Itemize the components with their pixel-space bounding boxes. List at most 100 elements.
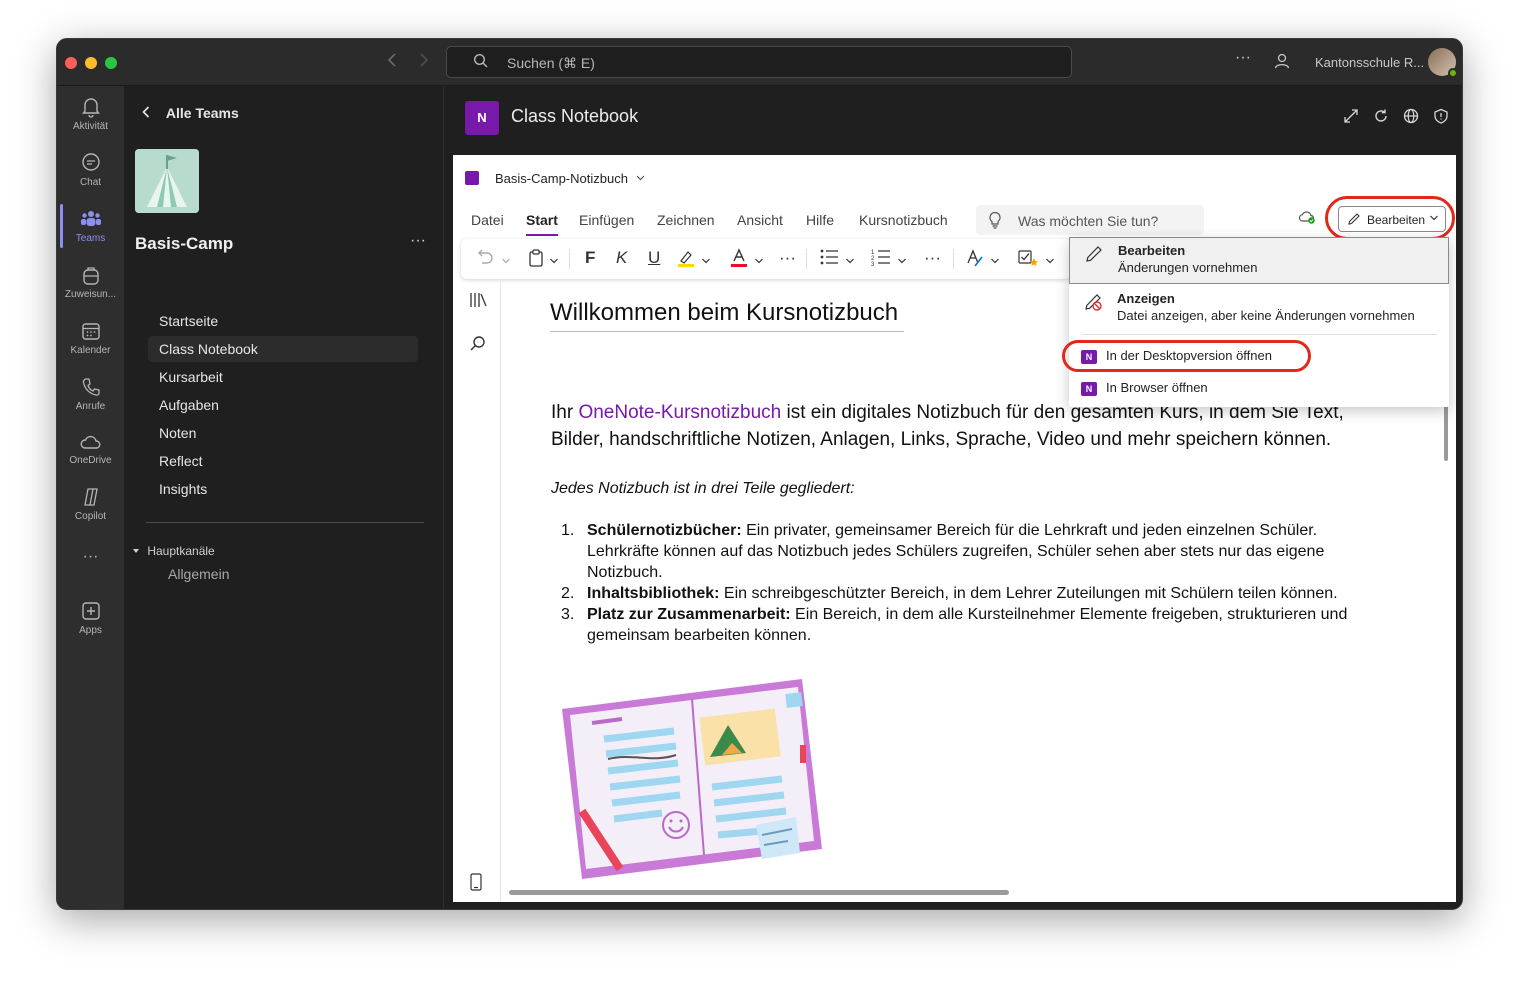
no-edit-pencil-icon: [1083, 292, 1103, 315]
people-icon[interactable]: [1273, 52, 1291, 73]
list-item: 1. Schülernotizbücher: Ein privater, gem…: [561, 520, 1361, 583]
underline-button[interactable]: U: [648, 248, 660, 268]
back-to-teams-button[interactable]: Alle Teams: [142, 105, 239, 121]
ribbon-toolbar: F K U ··· 1 2 3 ···: [461, 239, 1071, 279]
app-rail: Aktivität Chat Teams Zuweisun... Kalende…: [57, 86, 124, 909]
tab-zeichnen[interactable]: Zeichnen: [657, 212, 715, 228]
notebook-nav-column: [453, 279, 501, 902]
more-formatting-button[interactable]: ···: [779, 248, 796, 268]
notebook-illustration: [562, 679, 842, 884]
numbering-dropdown-chevron-icon[interactable]: [897, 251, 907, 271]
channel-aufgaben[interactable]: Aufgaben: [148, 392, 418, 418]
styles-dropdown-chevron-icon[interactable]: [990, 251, 1000, 271]
numbered-list-icon[interactable]: 123: [871, 248, 891, 271]
bold-button[interactable]: F: [585, 248, 595, 268]
rail-more-button[interactable]: ···: [57, 548, 124, 566]
search-input[interactable]: Suchen (⌘ E): [446, 46, 1072, 78]
maximize-window-button[interactable]: [105, 57, 117, 69]
vertical-scrollbar[interactable]: [1444, 405, 1448, 461]
tags-dropdown-chevron-icon[interactable]: [1045, 251, 1055, 271]
tab-einfuegen[interactable]: Einfügen: [579, 212, 634, 228]
org-name[interactable]: Kantonsschule R...: [1315, 55, 1424, 70]
list-term: Schülernotizbücher:: [587, 522, 742, 539]
channel-allgemein[interactable]: Allgemein: [168, 566, 229, 582]
section-main-channels[interactable]: Hauptkanäle: [132, 544, 215, 558]
forward-arrow-icon[interactable]: [419, 52, 429, 73]
phone-icon: [82, 378, 100, 396]
rail-item-apps[interactable]: Apps: [57, 600, 124, 636]
team-name: Basis-Camp: [135, 234, 234, 253]
notebooks-library-icon[interactable]: [469, 291, 487, 314]
rail-label: Apps: [79, 625, 102, 636]
menu-item-view[interactable]: Anzeigen Datei anzeigen, aber keine Ände…: [1069, 286, 1449, 334]
italic-button[interactable]: K: [616, 248, 627, 268]
svg-text:3: 3: [871, 262, 875, 266]
channel-startseite[interactable]: Startseite: [148, 308, 418, 334]
back-arrow-icon[interactable]: [387, 52, 397, 73]
highlighter-icon[interactable]: [676, 248, 696, 273]
horizontal-scrollbar[interactable]: [509, 890, 1009, 895]
back-label: Alle Teams: [165, 105, 239, 121]
search-icon: [473, 53, 489, 72]
clipboard-icon[interactable]: [527, 248, 545, 273]
rail-item-activity[interactable]: Aktivität: [57, 96, 124, 132]
tab-ansicht[interactable]: Ansicht: [737, 212, 783, 228]
cloud-icon: [80, 435, 100, 449]
rail-item-teams[interactable]: Teams: [57, 208, 124, 244]
rail-item-calendar[interactable]: Kalender: [57, 320, 124, 356]
pencil-icon: [1084, 244, 1104, 267]
rail-item-assignments[interactable]: Zuweisun...: [57, 264, 124, 300]
font-color-icon[interactable]: [729, 248, 749, 273]
channel-insights[interactable]: Insights: [148, 476, 418, 502]
sync-status-icon[interactable]: [1298, 210, 1316, 229]
rail-label: OneDrive: [69, 455, 112, 466]
app-title: Class Notebook: [511, 106, 639, 126]
styles-icon[interactable]: [965, 248, 985, 273]
channel-class-notebook[interactable]: Class Notebook: [148, 336, 418, 362]
tab-start[interactable]: Start: [526, 212, 558, 236]
tab-kursnotizbuch[interactable]: Kursnotizbuch: [859, 212, 948, 228]
rail-item-onedrive[interactable]: OneDrive: [57, 432, 124, 466]
notebook-name: Basis-Camp-Notizbuch: [495, 171, 628, 186]
bullet-list-icon[interactable]: [819, 248, 839, 271]
device-view-icon[interactable]: [469, 873, 483, 896]
undo-icon[interactable]: [475, 248, 495, 271]
search-icon[interactable]: [469, 335, 487, 358]
structure-subheading: Jedes Notizbuch ist in drei Teile geglie…: [551, 480, 855, 497]
more-paragraph-button[interactable]: ···: [924, 248, 941, 268]
tab-hilfe[interactable]: Hilfe: [806, 212, 834, 228]
font-color-dropdown-chevron-icon[interactable]: [754, 251, 764, 271]
close-window-button[interactable]: [65, 57, 77, 69]
undo-dropdown-chevron-icon[interactable]: [501, 251, 511, 271]
tab-datei[interactable]: Datei: [471, 212, 504, 228]
notebook-breadcrumb[interactable]: Basis-Camp-Notizbuch: [465, 171, 645, 186]
avatar[interactable]: [1428, 48, 1458, 78]
expand-icon[interactable]: [1343, 108, 1359, 129]
onenote-small-icon: [465, 171, 479, 185]
menu-item-open-browser[interactable]: N In Browser öffnen: [1069, 373, 1449, 401]
onenote-class-notebook-link[interactable]: OneNote-Kursnotizbuch: [578, 402, 781, 423]
channel-noten[interactable]: Noten: [148, 420, 418, 446]
tell-me-input[interactable]: Was möchten Sie tun?: [976, 205, 1204, 235]
globe-icon[interactable]: [1403, 108, 1419, 129]
refresh-icon[interactable]: [1373, 108, 1389, 129]
minimize-window-button[interactable]: [85, 57, 97, 69]
shield-icon[interactable]: [1433, 108, 1449, 129]
rail-item-calls[interactable]: Anrufe: [57, 376, 124, 412]
highlight-dropdown-chevron-icon[interactable]: [701, 251, 711, 271]
channel-reflect[interactable]: Reflect: [148, 448, 418, 474]
rail-item-copilot[interactable]: Copilot: [57, 486, 124, 522]
rail-item-chat[interactable]: Chat: [57, 152, 124, 188]
edit-mode-dropdown: Bearbeiten Änderungen vornehmen Anzeigen…: [1069, 237, 1449, 407]
channel-kursarbeit[interactable]: Kursarbeit: [148, 364, 418, 390]
highlight-oval-desktop: [1062, 340, 1311, 372]
rail-label: Aktivität: [72, 121, 108, 132]
menu-item-desc: Änderungen vornehmen: [1118, 260, 1258, 275]
bullet-dropdown-chevron-icon[interactable]: [845, 251, 855, 271]
menu-item-edit[interactable]: Bearbeiten Änderungen vornehmen: [1069, 237, 1449, 284]
team-more-button[interactable]: ···: [410, 232, 426, 250]
intro-prefix: Ihr: [551, 402, 579, 423]
tag-checkbox-icon[interactable]: [1017, 248, 1039, 273]
paste-dropdown-chevron-icon[interactable]: [549, 251, 559, 271]
more-options-button[interactable]: ···: [1235, 49, 1251, 67]
